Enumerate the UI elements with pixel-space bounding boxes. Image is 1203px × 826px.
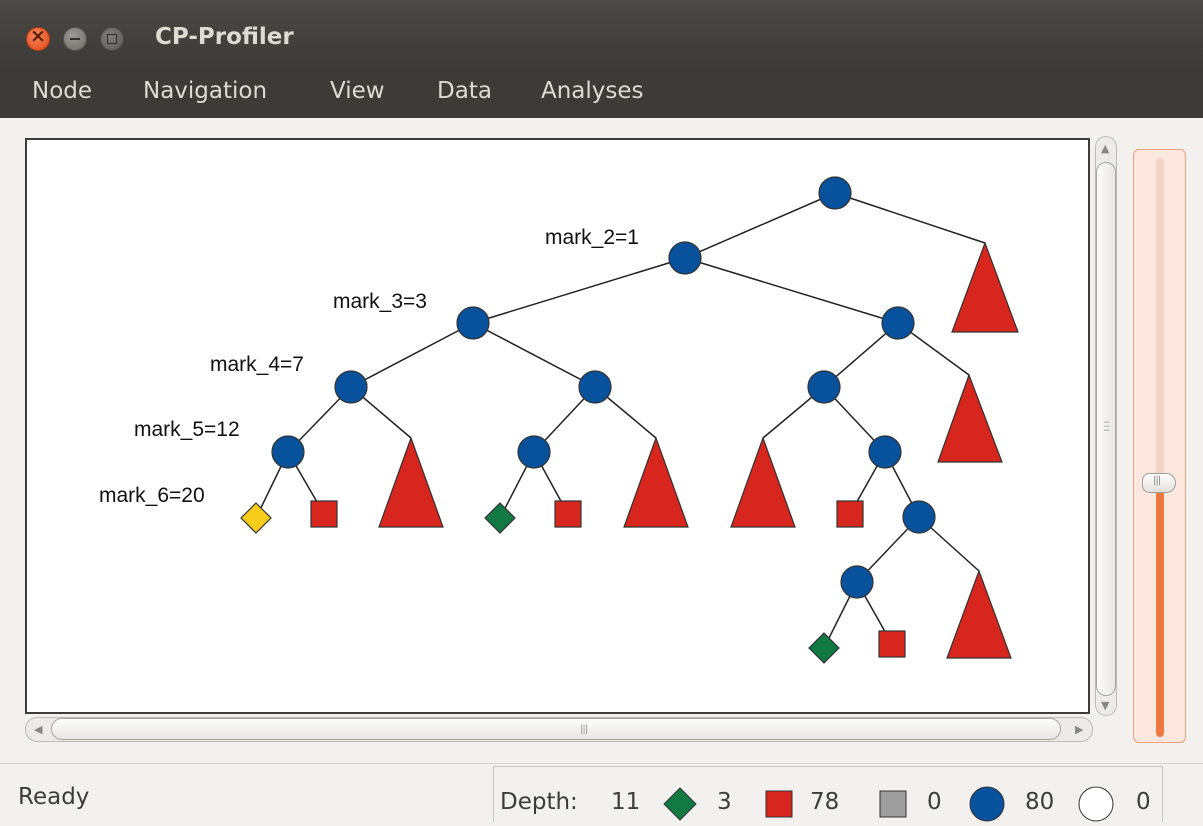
failed-square-icon: [765, 790, 793, 818]
grip-icon: |||: [1153, 475, 1161, 486]
slider-handle[interactable]: |||: [1142, 473, 1176, 493]
undetermined-square-icon: [879, 790, 907, 818]
grip-icon: |||: [580, 724, 588, 735]
branches-count: 80: [1025, 789, 1055, 815]
scroll-thumb[interactable]: |||: [51, 718, 1061, 740]
node-label: mark_2=1: [545, 226, 639, 249]
depth-value: 11: [611, 789, 641, 815]
best-solution-node[interactable]: [240, 502, 272, 534]
branch-node[interactable]: [456, 306, 490, 340]
branch-node[interactable]: [881, 306, 915, 340]
branch-node[interactable]: [818, 176, 852, 210]
menu-bar: Node Navigation View Data Analyses: [0, 72, 1203, 118]
menu-node[interactable]: Node: [32, 78, 92, 104]
scroll-right-arrow-icon[interactable]: ▶: [1075, 724, 1083, 735]
title-bar: CP-Profiler: [0, 0, 1203, 72]
branch-node[interactable]: [902, 500, 936, 534]
failed-node[interactable]: [554, 500, 582, 528]
search-tree-canvas[interactable]: mark_2=1 mark_3=3 mark_4=7 mark_5=12 mar…: [25, 138, 1090, 714]
solutions-count: 3: [717, 789, 732, 815]
scroll-up-arrow-icon[interactable]: ▲: [1101, 143, 1109, 154]
maximize-window-button[interactable]: [100, 27, 124, 51]
depth-label: Depth:: [500, 789, 578, 815]
failed-node[interactable]: [310, 500, 338, 528]
scroll-left-arrow-icon[interactable]: ◀: [34, 724, 42, 735]
window-title: CP-Profiler: [155, 24, 294, 50]
status-bar: Ready Depth: 11 3 78 0 80 0: [0, 763, 1203, 822]
branch-node[interactable]: [868, 435, 902, 469]
solution-diamond-icon: [663, 787, 697, 821]
status-text: Ready: [18, 784, 90, 810]
failed-node[interactable]: [836, 500, 864, 528]
branch-node[interactable]: [517, 435, 551, 469]
failed-subtree-triangle[interactable]: [937, 373, 1003, 463]
vertical-scrollbar[interactable]: ▲ − − − ▼: [1093, 136, 1119, 716]
tree-stats-panel: Depth: 11 3 78 0 80 0: [493, 766, 1163, 822]
node-label: mark_4=7: [210, 353, 304, 376]
failed-subtree-triangle[interactable]: [378, 436, 444, 528]
minimize-window-button[interactable]: [63, 27, 87, 51]
horizontal-scrollbar[interactable]: ◀ ||| ▶: [25, 717, 1093, 742]
tree-edge: [472, 322, 596, 388]
branch-circle-icon: [969, 786, 1005, 822]
menu-view[interactable]: View: [330, 78, 385, 104]
scroll-down-arrow-icon[interactable]: ▼: [1101, 700, 1109, 711]
node-label: mark_5=12: [134, 418, 240, 441]
solution-node[interactable]: [484, 502, 516, 534]
close-window-button[interactable]: [26, 25, 50, 51]
node-label: mark_3=3: [333, 290, 427, 313]
menu-analyses[interactable]: Analyses: [541, 78, 644, 104]
solution-node[interactable]: [808, 632, 840, 664]
branch-node[interactable]: [840, 565, 874, 599]
failed-node[interactable]: [878, 630, 906, 658]
branch-node[interactable]: [578, 370, 612, 404]
failed-subtree-triangle[interactable]: [951, 241, 1019, 333]
tree-edge: [834, 192, 986, 244]
branch-node[interactable]: [668, 241, 702, 275]
failed-subtree-triangle[interactable]: [730, 436, 796, 528]
scale-slider[interactable]: |||: [1133, 149, 1186, 743]
open-circle-icon: [1078, 786, 1114, 822]
open-count: 0: [1136, 789, 1151, 815]
failed-subtree-triangle[interactable]: [623, 436, 689, 528]
tree-edge: [684, 257, 899, 324]
menu-data[interactable]: Data: [437, 78, 492, 104]
undetermined-count: 0: [927, 789, 942, 815]
branch-node[interactable]: [334, 370, 368, 404]
branch-node[interactable]: [807, 370, 841, 404]
node-label: mark_6=20: [99, 484, 205, 507]
failed-subtree-triangle[interactable]: [946, 569, 1012, 659]
tree-edge: [350, 322, 474, 388]
scroll-thumb[interactable]: − − −: [1096, 162, 1116, 696]
slider-fill: [1156, 487, 1164, 737]
menu-navigation[interactable]: Navigation: [143, 78, 267, 104]
grip-icon: − − −: [1103, 418, 1111, 436]
tree-edge: [684, 192, 836, 259]
failures-count: 78: [810, 789, 840, 815]
branch-node[interactable]: [271, 435, 305, 469]
tree-edge: [472, 257, 686, 324]
